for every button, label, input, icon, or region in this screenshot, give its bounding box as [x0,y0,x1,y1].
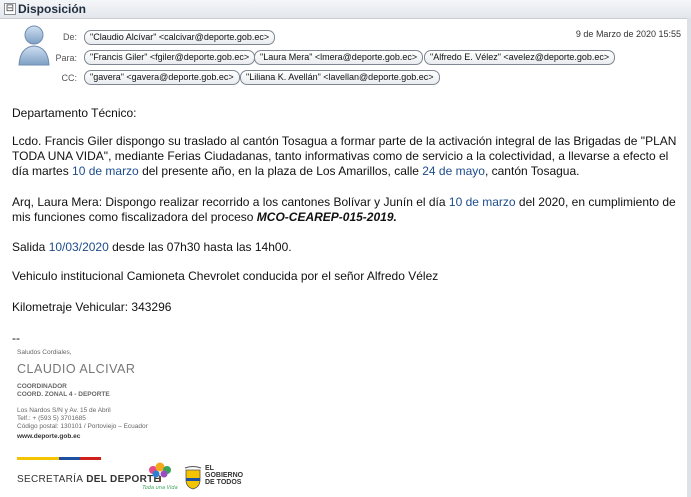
signature-separator: -- [12,331,20,345]
toda-una-vida-text: Toda una Vida [142,485,177,491]
signature-role-1: COORDINADOR [17,383,67,390]
secretaria-word: SECRETARÍA [17,474,84,485]
gob-line-3: DE TODOS [205,479,242,486]
signature-address-1: Los Nardos S/N y Av. 15 de Abril [17,407,111,414]
to-label: Para: [55,53,77,63]
body-paragraph-4: Vehiculo institucional Camioneta Chevrol… [12,269,439,283]
flag-bar [17,457,101,460]
cc-address-1[interactable]: "gavera" <gavera@deporte.gob.ec> [84,70,240,85]
cc-label: CC: [61,73,78,83]
process-code: MCO-CEAREP-015-2019. [256,210,397,224]
body-paragraph-1: Lcdo. Francis Giler dispongo su traslado… [12,134,684,179]
date-link-3[interactable]: 10 de marzo [449,195,516,209]
window-title: Disposición [18,2,87,16]
p1-text-c: , cantón Tosagua. [484,164,580,178]
el-gobierno-de-todos-logo-text: EL GOBIERNO DE TODOS [205,465,243,486]
gob-line-2: GOBIERNO [205,472,244,479]
date-link-1[interactable]: 10 de marzo [72,164,139,178]
toda-una-vida-logo-icon: Toda una Vida [142,462,178,491]
signature-greeting: Saludos Cordiales, [17,349,72,356]
body-paragraph-2: Arq, Laura Mera: Dispongo realizar recor… [12,195,684,225]
to-address-2[interactable]: "Laura Mera" <lmera@deporte.gob.ec> [254,50,424,65]
title-bar: ⊟ Disposición [0,0,691,19]
p2-text-a: Arq, Laura Mera: Dispongo realizar recor… [12,195,449,209]
p3-text-a: Salida [12,240,49,254]
from-label: De: [62,32,77,42]
signature-phone: Telf.: + (593 5) 3701685 [17,415,86,422]
from-address[interactable]: "Claudio Alcívar" <calcivar@deporte.gob.… [84,30,276,45]
date-link-4[interactable]: 10/03/2020 [49,240,109,254]
body-paragraph-5: Kilometraje Vehicular: 343296 [12,300,172,314]
collapse-icon[interactable]: ⊟ [4,3,16,15]
signature-role-2: COORD. ZONAL 4 - DEPORTE [17,391,110,398]
scrollbar[interactable] [687,18,691,497]
body-greeting: Departamento Técnico: [12,106,137,120]
cc-address-2[interactable]: "Liliana K. Avellán" <lavellan@deporte.g… [240,70,440,85]
message-date: 9 de Marzo de 2020 15:55 [575,29,681,39]
to-address-3[interactable]: "Alfredo E. Vélez" <avelez@deporte.gob.e… [424,50,616,65]
date-link-2[interactable]: 24 de mayo [422,164,485,178]
body-paragraph-3: Salida 10/03/2020 desde las 07h30 hasta … [12,240,684,255]
p1-text-b: del presente año, en la plaza de Los Ama… [138,164,423,178]
signature-address-2: Código postal: 130101 / Portoviejo – Ecu… [17,423,148,430]
ecuador-shield-icon [184,466,202,490]
p3-text-b: desde las 07h30 hasta las 14h00. [108,240,292,254]
secretaria-logo-text: SECRETARÍA DEL DEPORTE [17,474,161,485]
signature-name: CLAUDIO ALCIVAR [17,362,136,376]
to-address-1[interactable]: "Francis Giler" <fgiler@deporte.gob.ec> [84,50,256,65]
signature-website-link[interactable]: www.deporte.gob.ec [17,433,80,440]
gob-line-1: EL [205,465,214,472]
